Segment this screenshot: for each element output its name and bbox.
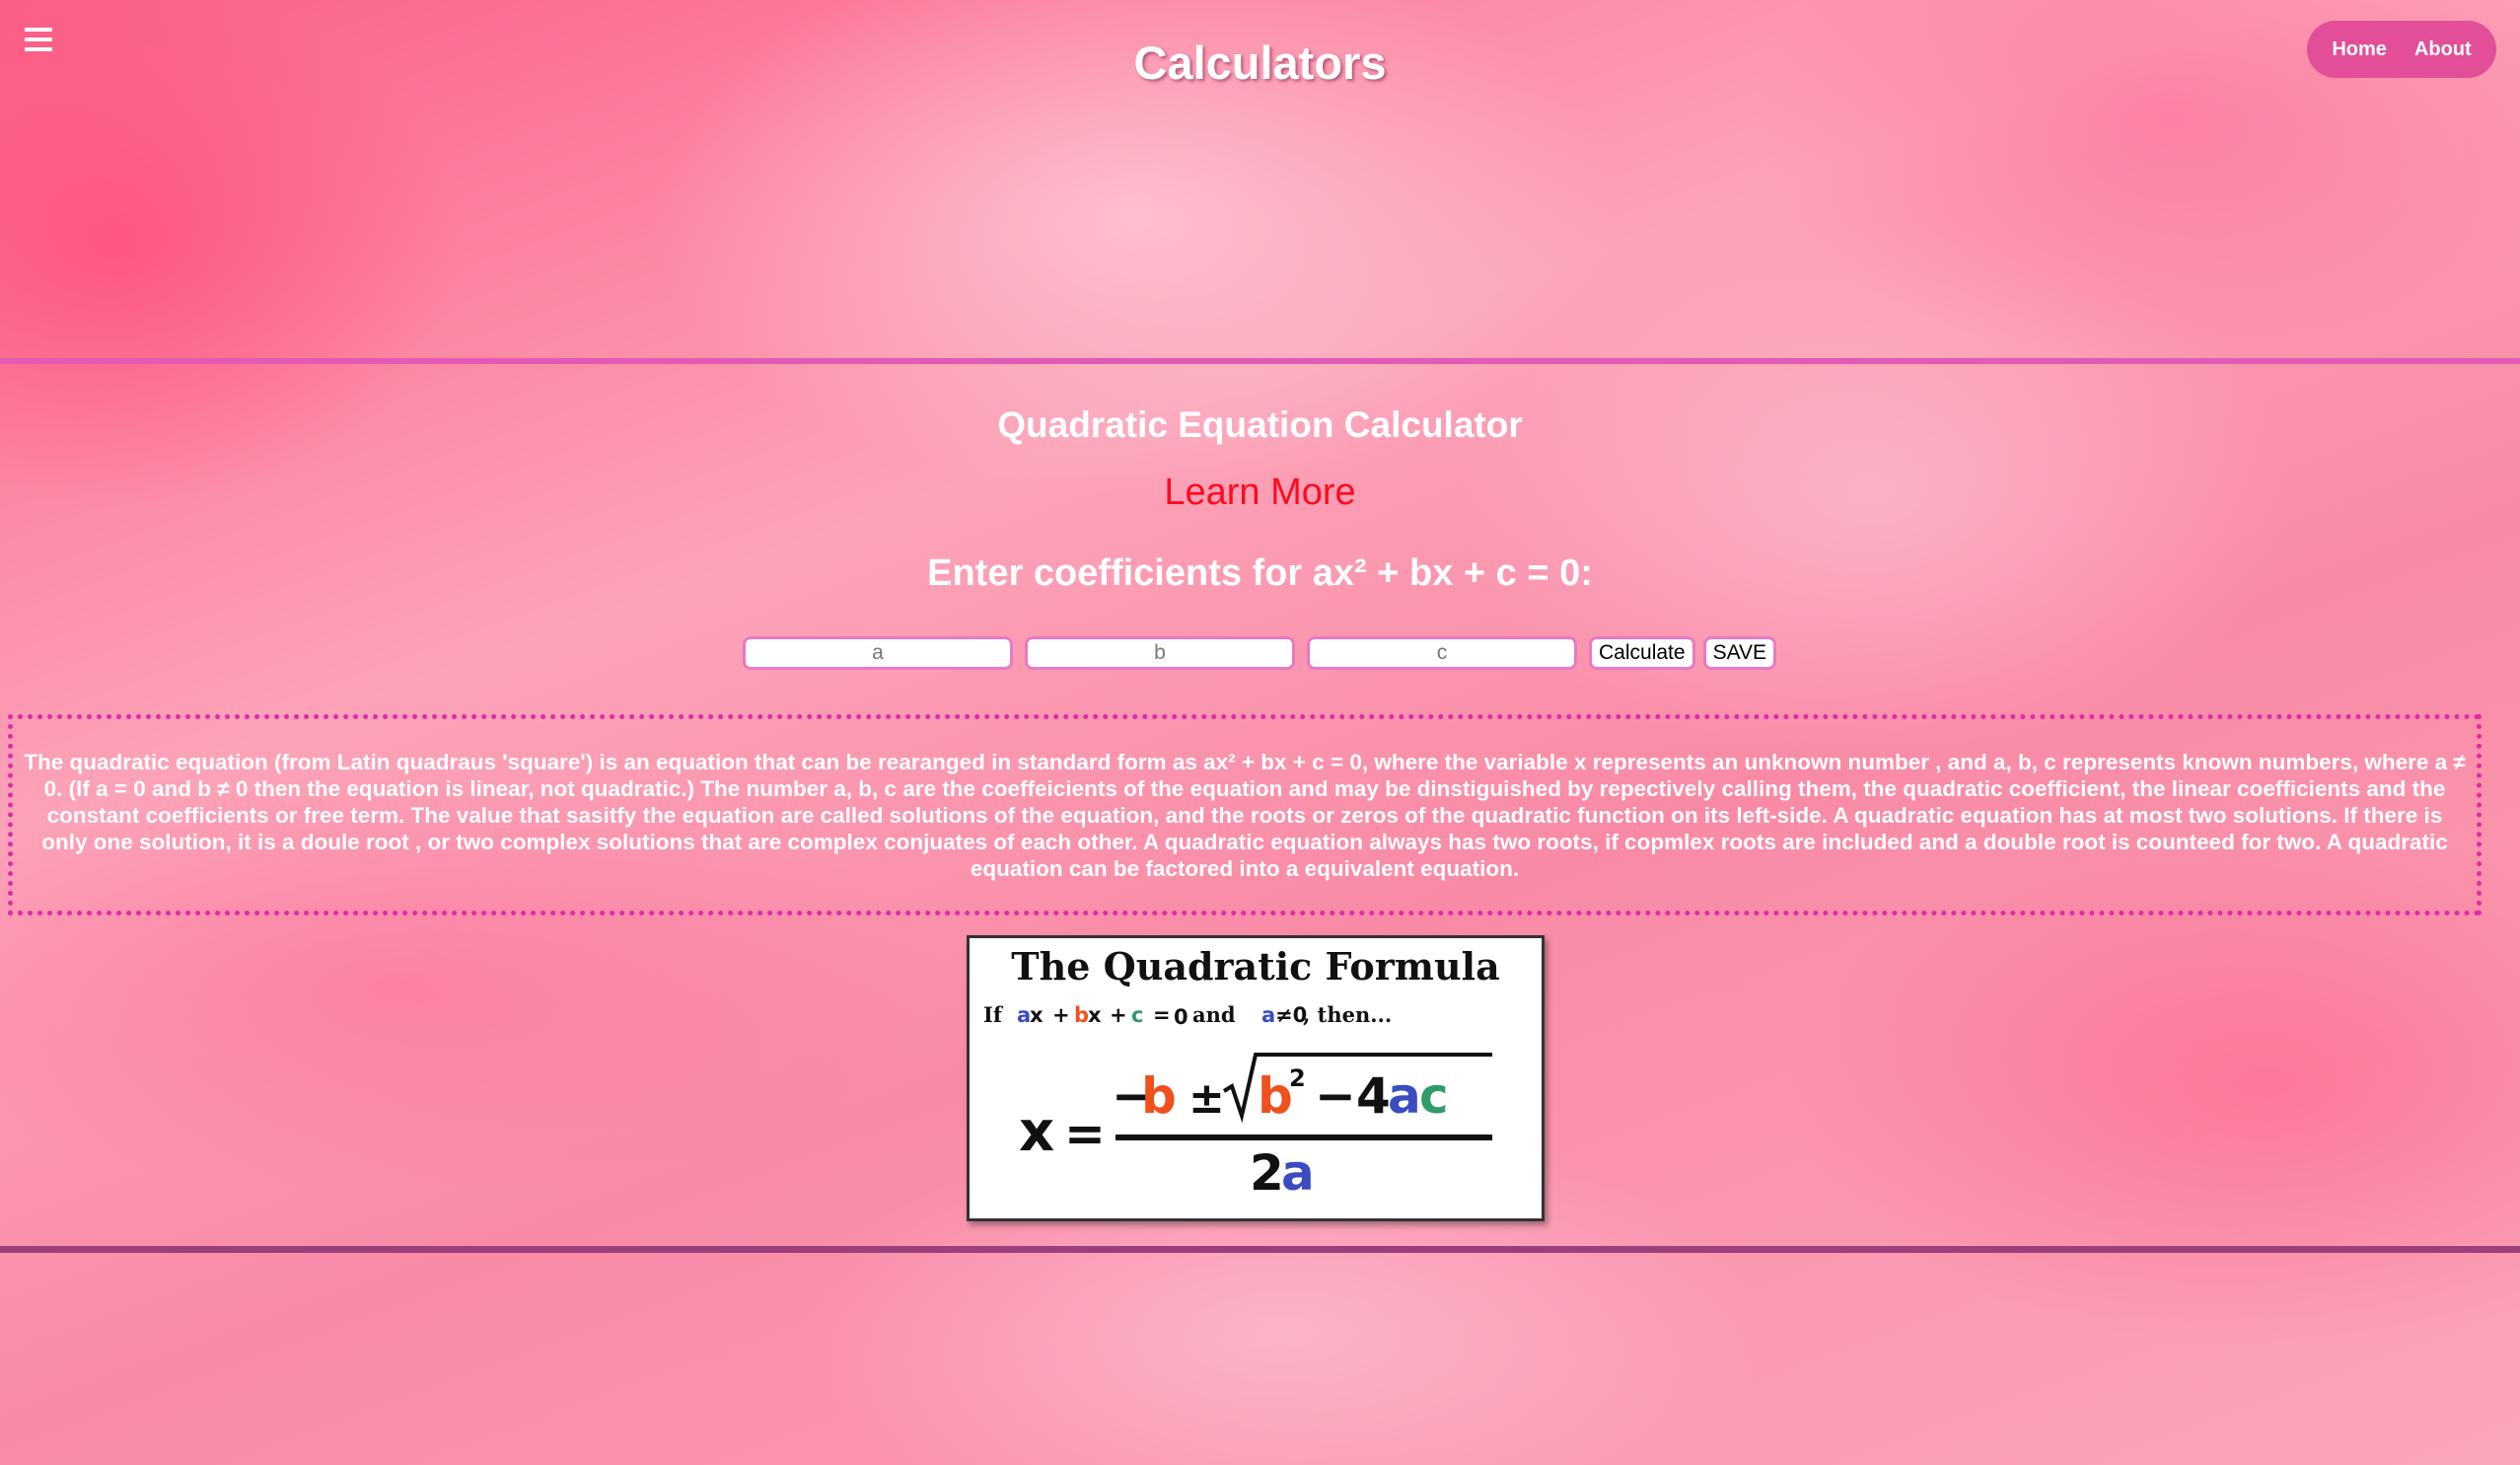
formula-minus: −	[1315, 1067, 1356, 1125]
coefficient-a-input[interactable]	[743, 636, 1013, 670]
formula-four: 4	[1356, 1067, 1391, 1125]
coefficient-c-input[interactable]	[1307, 636, 1577, 670]
formula-denominator-a: a	[1281, 1144, 1315, 1202]
formula-c: c	[1419, 1067, 1449, 1125]
bottom-divider	[0, 1246, 2520, 1253]
nav-about-link[interactable]: About	[2414, 38, 2472, 61]
quadratic-formula-image: The Quadratic Formula If a x + b x + c =…	[967, 935, 1545, 1221]
formula-b: b	[1141, 1067, 1177, 1125]
condition-x-2: x	[1088, 1003, 1102, 1027]
formula-condition: If a x + b x + c = 0 and a ≠0 , then...	[983, 1002, 1392, 1029]
formula-b-squared: b	[1258, 1067, 1293, 1125]
formula-expression: x = − b ± b 2 − 4 a c 2 a	[1019, 1053, 1492, 1202]
condition-if-text: If	[983, 1002, 1004, 1027]
condition-equals: =	[1153, 1003, 1171, 1027]
formula-a: a	[1388, 1067, 1421, 1125]
condition-c: c	[1131, 1003, 1143, 1027]
formula-x: x	[1019, 1100, 1054, 1164]
condition-zero: 0	[1174, 1005, 1188, 1029]
save-button[interactable]: SAVE	[1702, 636, 1777, 670]
learn-more-link[interactable]: Learn More	[0, 472, 2520, 514]
condition-plus-1: +	[1052, 1003, 1070, 1027]
formula-svg: The Quadratic Formula If a x + b x + c =…	[983, 944, 1500, 1202]
condition-x: x	[1030, 1003, 1044, 1027]
calculate-button[interactable]: Calculate	[1589, 636, 1695, 670]
formula-plus-minus: ±	[1188, 1073, 1225, 1124]
condition-and-text: and	[1192, 1002, 1236, 1027]
top-nav: Home About	[2307, 21, 2496, 78]
condition-then-text: , then...	[1303, 1002, 1392, 1027]
description-box: The quadratic equation (from Latin quadr…	[8, 714, 2482, 916]
calculator-title: Quadratic Equation Calculator	[997, 404, 1523, 445]
top-divider	[0, 358, 2520, 364]
formula-two: 2	[1250, 1144, 1284, 1202]
site-title: Calculators	[1133, 37, 1387, 89]
coefficients-prompt: Enter coefficients for ax² + bx + c = 0:	[927, 552, 1593, 594]
condition-a-2: a	[1261, 1003, 1275, 1027]
coefficients-form: Calculate SAVE	[743, 636, 1784, 670]
formula-heading: The Quadratic Formula	[1011, 944, 1499, 989]
description-text: The quadratic equation (from Latin quadr…	[24, 749, 2466, 881]
condition-b: b	[1074, 1003, 1089, 1027]
nav-home-link[interactable]: Home	[2332, 38, 2387, 61]
formula-equals: =	[1064, 1105, 1106, 1162]
formula-fraction-bar	[1116, 1135, 1492, 1140]
coefficient-b-input[interactable]	[1025, 636, 1295, 670]
condition-plus-2: +	[1110, 1003, 1127, 1027]
formula-exponent: 2	[1289, 1064, 1306, 1092]
